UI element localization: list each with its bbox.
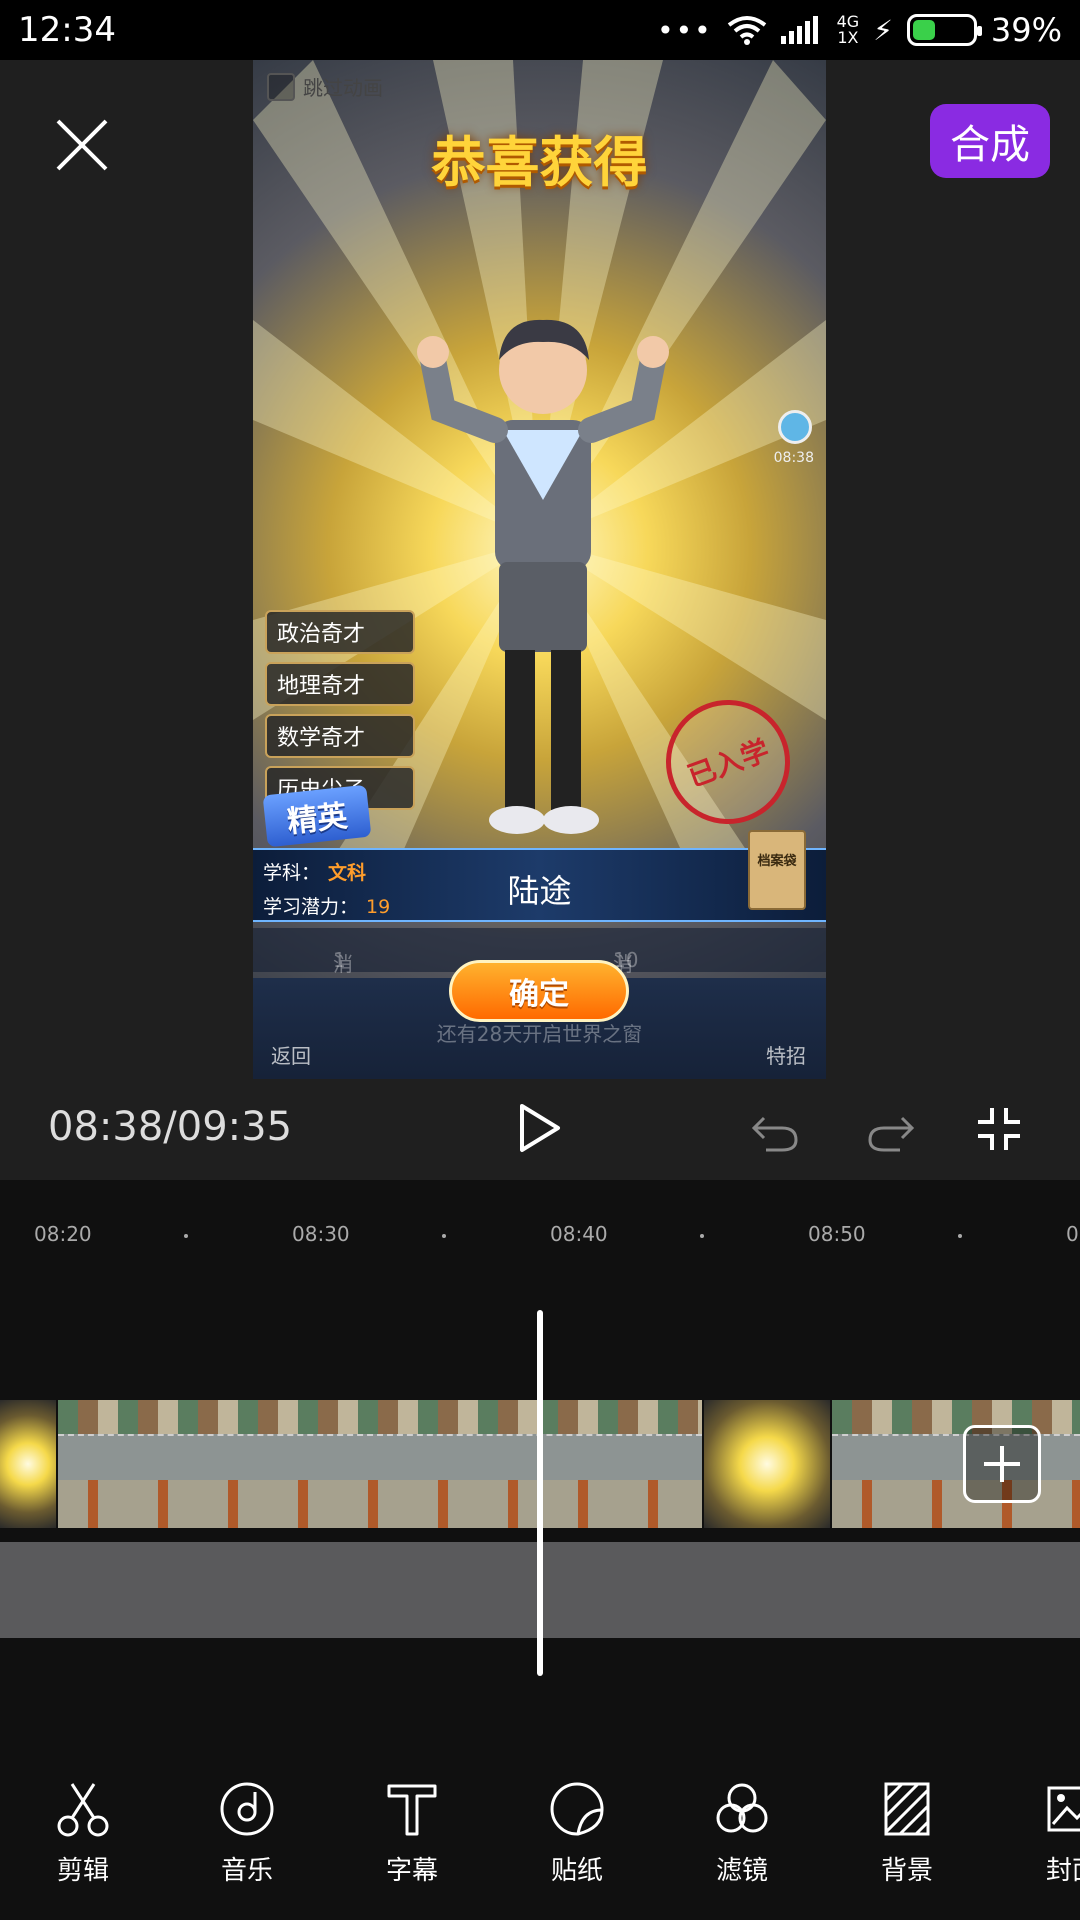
notice-text: 还有28天开启世界之窗 (436, 1022, 643, 1046)
tool-subtitle[interactable]: 字幕 (352, 1780, 472, 1887)
tool-filter[interactable]: 滤镜 (682, 1780, 802, 1887)
status-time: 12:34 (18, 10, 116, 50)
undo-icon[interactable] (750, 1104, 800, 1154)
ruler-tick: 08:20 (34, 1222, 92, 1246)
confirm-button: 确定 (449, 960, 629, 1022)
character-figure (417, 319, 669, 834)
tag-item: 政治奇才 (265, 610, 415, 654)
add-clip-button[interactable] (963, 1425, 1041, 1503)
battery-icon (906, 14, 982, 46)
talent-tags: 政治奇才 地理奇才 数学奇才 历史尖子 (265, 610, 415, 810)
ruler-tick: 08:40 (550, 1222, 608, 1246)
ruler-dot (958, 1234, 962, 1238)
wifi-icon (727, 16, 766, 45)
battery-percent: 39% (990, 11, 1062, 49)
ruler-dot (184, 1234, 188, 1238)
editor-preview-area: 合成 跳过动画 恭喜获得 08:38 政治奇才 地理奇才 数学奇才 精英 已入学… (0, 60, 1080, 1080)
scissors-icon (57, 1783, 109, 1837)
video-preview[interactable]: 跳过动画 恭喜获得 08:38 政治奇才 地理奇才 数学奇才 历史尖子 精英 (253, 60, 826, 1079)
ruler-dot (442, 1234, 446, 1238)
playback-time: 08:38/09:35 (48, 1104, 293, 1150)
clip-thumbnail[interactable] (0, 1400, 56, 1528)
special-skill-label: 特招 (766, 1044, 806, 1068)
signal-icon (780, 16, 818, 44)
skip-animation-checkbox[interactable]: 跳过动画 (267, 72, 383, 101)
tool-cover[interactable]: 封面 (1012, 1780, 1080, 1887)
ruler-tick: 08:30 (292, 1222, 350, 1246)
tool-background[interactable]: 背景 (847, 1780, 967, 1887)
playhead[interactable] (537, 1310, 543, 1676)
play-icon[interactable] (518, 1103, 562, 1153)
sticker-icon (550, 1782, 604, 1836)
filter-circles-icon (716, 1783, 768, 1833)
tool-music[interactable]: 音乐 (187, 1780, 307, 1887)
tool-edit[interactable]: 剪辑 (23, 1780, 143, 1887)
skip-animation-label: 跳过动画 (303, 76, 383, 100)
character-name: 陆途 (507, 872, 572, 910)
timestamp-marker (778, 410, 812, 444)
elite-badge: 精英 (262, 784, 372, 848)
redo-icon[interactable] (866, 1104, 916, 1154)
music-disc-icon (220, 1782, 274, 1836)
clip-thumbnail[interactable] (704, 1400, 830, 1528)
cover-image-icon (1047, 1786, 1080, 1832)
compose-button[interactable]: 合成 (930, 104, 1050, 178)
tool-sticker[interactable]: 贴纸 (517, 1780, 637, 1887)
ruler-tick: 08:50 (808, 1222, 866, 1246)
close-icon[interactable] (52, 115, 112, 175)
clip-thumbnail[interactable] (58, 1400, 702, 1528)
status-icons: ••• 4G 1X ⚡ 39% (657, 11, 1062, 49)
text-t-icon (387, 1784, 437, 1836)
return-label: 返回 (271, 1044, 311, 1068)
checkbox-box[interactable] (267, 72, 295, 101)
ruler-dot (700, 1234, 704, 1238)
character-info-bar: 学科： 文科 学习潜力： 19 陆途 (253, 848, 826, 922)
bottom-toolbar: 剪辑 音乐 字幕 贴纸 滤镜 背景 封 (0, 1740, 1080, 1920)
ruler-tick: 09 (1066, 1222, 1080, 1246)
network-type: 4G 1X (836, 12, 860, 47)
status-bar: 12:34 ••• 4G 1X ⚡ 39% (0, 0, 1080, 60)
fullscreen-toggle-icon[interactable] (976, 1106, 1022, 1152)
charging-icon: ⚡ (873, 13, 893, 47)
timestamp-label: 08:38 (773, 450, 814, 466)
more-dots: ••• (657, 13, 713, 47)
time-ruler: 08:20 08:30 08:40 08:50 09 (0, 1222, 1080, 1252)
clip-thumbnail[interactable] (832, 1400, 1080, 1528)
plus-icon (984, 1446, 1020, 1482)
timeline[interactable]: 08:20 08:30 08:40 08:50 09 (0, 1180, 1080, 1740)
congrats-title: 恭喜获得 (431, 131, 648, 194)
tag-item: 数学奇才 (265, 714, 415, 758)
tag-item: 地理奇才 (265, 662, 415, 706)
background-hatch-icon (884, 1782, 930, 1836)
archive-folder-icon: 档案袋 (748, 830, 806, 910)
